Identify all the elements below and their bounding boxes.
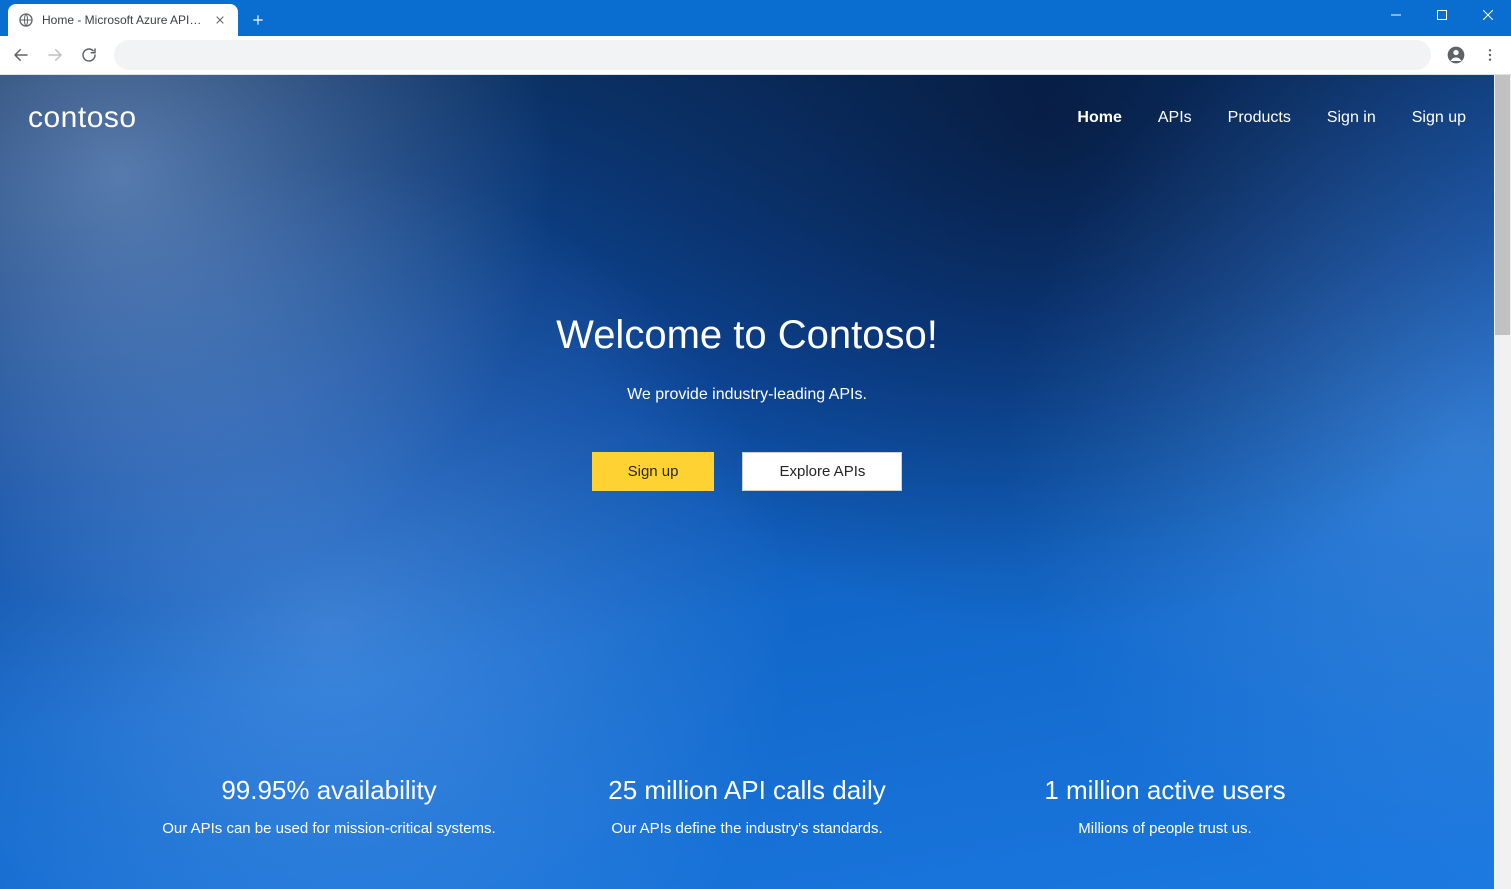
back-button[interactable] (6, 40, 36, 70)
feature-title: 99.95% availability (120, 775, 538, 806)
hero: Welcome to Contoso! We provide industry-… (0, 313, 1494, 491)
feature-subtitle: Our APIs can be used for mission-critica… (120, 820, 538, 837)
feature-users: 1 million active users Millions of peopl… (956, 775, 1374, 837)
new-tab-button[interactable] (244, 6, 272, 34)
page-header: contoso Home APIs Products Sign in Sign … (0, 75, 1494, 135)
reload-button[interactable] (74, 40, 104, 70)
scrollbar-thumb[interactable] (1495, 75, 1510, 335)
explore-apis-button[interactable]: Explore APIs (742, 452, 902, 491)
close-window-button[interactable] (1465, 0, 1511, 30)
feature-title: 1 million active users (956, 775, 1374, 806)
maximize-button[interactable] (1419, 0, 1465, 30)
brand-logo[interactable]: contoso (28, 101, 137, 135)
browser-chrome: Home - Microsoft Azure API Man (0, 0, 1511, 75)
cta-row: Sign up Explore APIs (0, 452, 1494, 491)
titlebar: Home - Microsoft Azure API Man (0, 0, 1511, 36)
minimize-button[interactable] (1373, 0, 1419, 30)
nav-products[interactable]: Products (1228, 109, 1291, 127)
profile-button[interactable] (1441, 40, 1471, 70)
nav-signup[interactable]: Sign up (1412, 109, 1466, 127)
page-content: contoso Home APIs Products Sign in Sign … (0, 75, 1494, 889)
forward-button[interactable] (40, 40, 70, 70)
browser-toolbar (0, 36, 1511, 75)
browser-menu-button[interactable] (1475, 40, 1505, 70)
nav-home[interactable]: Home (1077, 109, 1121, 127)
signup-button[interactable]: Sign up (592, 452, 715, 491)
address-bar[interactable] (114, 40, 1431, 70)
nav-signin[interactable]: Sign in (1327, 109, 1376, 127)
main-nav: Home APIs Products Sign in Sign up (1077, 109, 1466, 127)
tab-title: Home - Microsoft Azure API Man (42, 13, 204, 27)
features: 99.95% availability Our APIs can be used… (0, 775, 1494, 837)
hero-subtitle: We provide industry-leading APIs. (0, 386, 1494, 404)
feature-subtitle: Our APIs define the industry's standards… (538, 820, 956, 837)
nav-apis[interactable]: APIs (1158, 109, 1192, 127)
tab-strip: Home - Microsoft Azure API Man (8, 0, 272, 36)
feature-subtitle: Millions of people trust us. (956, 820, 1374, 837)
browser-tab[interactable]: Home - Microsoft Azure API Man (8, 4, 238, 36)
window-controls (1373, 0, 1511, 30)
hero-title: Welcome to Contoso! (0, 313, 1494, 358)
feature-api-calls: 25 million API calls daily Our APIs defi… (538, 775, 956, 837)
globe-icon (18, 12, 34, 28)
feature-title: 25 million API calls daily (538, 775, 956, 806)
feature-availability: 99.95% availability Our APIs can be used… (120, 775, 538, 837)
close-icon[interactable] (212, 12, 228, 28)
viewport: contoso Home APIs Products Sign in Sign … (0, 75, 1511, 889)
vertical-scrollbar[interactable] (1494, 75, 1511, 889)
